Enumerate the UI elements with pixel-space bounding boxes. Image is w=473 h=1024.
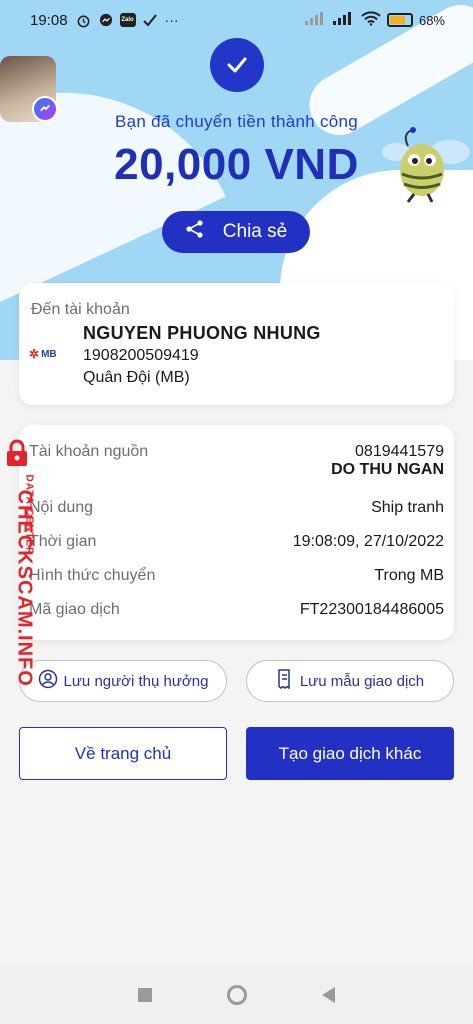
detail-row-content: Nội dung Ship tranh	[29, 499, 444, 517]
signal-icon	[304, 11, 327, 29]
star-icon: ✲	[29, 347, 40, 361]
lock-icon	[4, 438, 30, 468]
detail-row-time: Thời gian 19:08:09, 27/10/2022	[29, 533, 444, 551]
recipient-card: Đến tài khoản ✲ MB NGUYEN PHUONG NHUNG 1…	[19, 283, 454, 405]
detail-row-source: Tài khoản nguồn 0819441579 DO THU NGAN	[29, 443, 444, 479]
share-label: Chia sẻ	[222, 221, 288, 242]
android-nav-bar	[0, 965, 473, 1024]
signal-icon	[332, 11, 355, 29]
detail-label: Mã giao dịch	[29, 601, 120, 618]
detail-row-transaction-id: Mã giao dịch FT22300184486005	[29, 601, 444, 619]
receipt-icon	[276, 669, 294, 693]
checkmark-icon	[142, 12, 158, 28]
share-icon	[185, 219, 205, 245]
user-circle-icon	[38, 669, 58, 693]
watermark: CHECKSCAM.INFO DATA CENTER	[0, 438, 40, 687]
detail-value: FT22300184486005	[299, 601, 444, 618]
battery-percent: 68%	[418, 12, 445, 28]
bank-logo-text: MB	[41, 348, 57, 360]
back-icon[interactable]	[322, 986, 336, 1003]
share-button[interactable]: Chia sẻ	[162, 211, 310, 253]
watermark-sub: DATA CENTER	[23, 474, 35, 556]
detail-row-method: Hình thức chuyển Trong MB	[29, 567, 444, 585]
status-bar: 19:08 Zalo ··· 68%	[0, 0, 473, 40]
recipient-name: NGUYEN PHUONG NHUNG	[83, 323, 321, 343]
more-icon: ···	[164, 12, 179, 28]
detail-label: Hình thức chuyển	[29, 567, 156, 584]
detail-label: Tài khoản nguồn	[29, 443, 149, 460]
recipient-bank: Quân Đội (MB)	[83, 369, 190, 386]
detail-value: 0819441579	[355, 443, 444, 460]
save-template-label: Lưu mẫu giao dịch	[299, 672, 425, 690]
transaction-details-card: Tài khoản nguồn 0819441579 DO THU NGAN N…	[19, 425, 454, 640]
detail-value: 19:08:09, 27/10/2022	[292, 533, 444, 550]
detail-value: Trong MB	[374, 567, 444, 584]
recipient-label: Đến tài khoản	[31, 301, 130, 318]
new-transaction-button[interactable]: Tạo giao dịch khác	[246, 727, 454, 780]
recipient-account-number: 1908200509419	[83, 347, 199, 364]
messenger-icon	[98, 12, 114, 28]
save-beneficiary-label: Lưu người thụ hưởng	[63, 672, 209, 690]
detail-value: Ship tranh	[371, 499, 444, 516]
recents-icon[interactable]	[137, 987, 152, 1002]
battery-icon	[386, 13, 413, 27]
detail-subvalue: DO THU NGAN	[331, 461, 444, 478]
success-check-icon	[210, 38, 264, 92]
zalo-icon: Zalo	[119, 13, 136, 27]
mascot-bee-icon	[380, 122, 470, 206]
save-template-button[interactable]: Lưu mẫu giao dịch	[246, 660, 454, 702]
home-icon[interactable]	[226, 984, 247, 1005]
wifi-icon	[361, 10, 381, 30]
status-time: 19:08	[30, 11, 68, 29]
save-beneficiary-button[interactable]: Lưu người thụ hưởng	[19, 660, 227, 702]
home-button[interactable]: Về trang chủ	[19, 727, 227, 780]
alarm-icon	[76, 12, 92, 28]
mb-bank-logo: ✲ MB	[29, 347, 57, 361]
